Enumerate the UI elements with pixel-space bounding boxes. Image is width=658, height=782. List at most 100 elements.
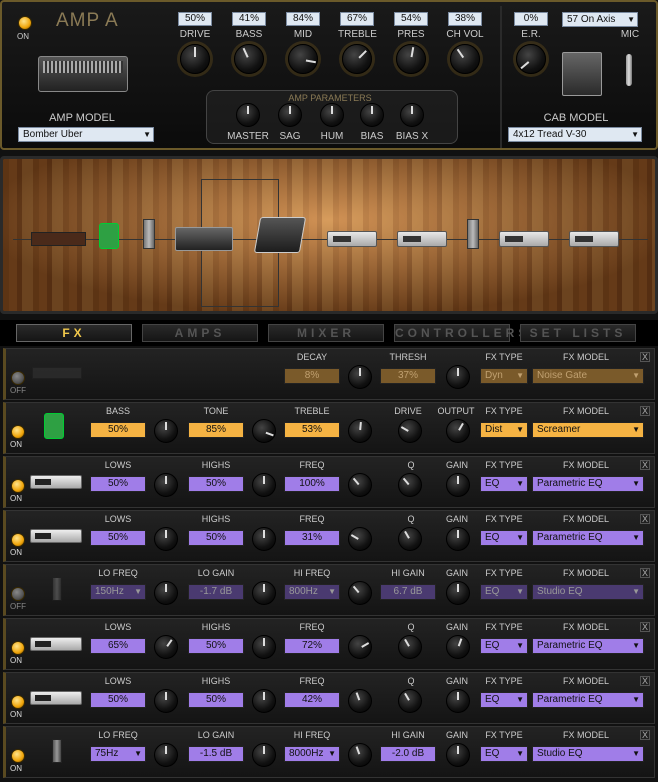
treble-knob[interactable]: [342, 44, 372, 74]
lows-knob[interactable]: [154, 527, 178, 551]
parametric-eq-chain-icon[interactable]: [569, 231, 619, 247]
gain-knob[interactable]: [446, 581, 470, 605]
tab-controllers[interactable]: CONTROLLERS: [394, 324, 526, 342]
ch-vol-knob[interactable]: [450, 44, 480, 74]
lo-freq-dropdown[interactable]: 150Hz ▼: [90, 584, 146, 600]
fx-type-dropdown[interactable]: EQ ▼: [480, 476, 528, 492]
thresh-value[interactable]: 37%: [380, 368, 436, 384]
tone-value[interactable]: 85%: [188, 422, 244, 438]
fx-power-button[interactable]: [11, 695, 25, 709]
highs-knob[interactable]: [252, 689, 276, 713]
freq-value[interactable]: 31%: [284, 530, 340, 546]
tab-mixer[interactable]: MIXER: [268, 324, 384, 342]
fx-type-dropdown[interactable]: EQ ▼: [480, 584, 528, 600]
fx-model-dropdown[interactable]: Studio EQ ▼: [532, 584, 644, 600]
fx-power-button[interactable]: [11, 425, 25, 439]
freq-knob[interactable]: [348, 473, 372, 497]
gain-knob[interactable]: [446, 743, 470, 767]
fx-model-dropdown[interactable]: Noise Gate ▼: [532, 368, 644, 384]
fx-type-dropdown[interactable]: EQ ▼: [480, 746, 528, 762]
hi-gain-value[interactable]: 6.7 dB: [380, 584, 436, 600]
studio-eq-chain-icon[interactable]: [143, 219, 155, 249]
tab-amps[interactable]: AMPS: [142, 324, 258, 342]
microphone-icon[interactable]: [626, 54, 632, 86]
treble-knob[interactable]: [348, 419, 372, 443]
highs-value[interactable]: 50%: [188, 692, 244, 708]
close-icon[interactable]: X: [640, 622, 650, 632]
highs-knob[interactable]: [252, 527, 276, 551]
lo-gain-knob[interactable]: [252, 581, 276, 605]
fx-type-dropdown[interactable]: EQ ▼: [480, 530, 528, 546]
lows-value[interactable]: 50%: [90, 476, 146, 492]
amp-power-button[interactable]: [18, 16, 32, 30]
drive-knob[interactable]: [180, 44, 210, 74]
pres-value[interactable]: 54%: [394, 12, 428, 26]
gain-knob[interactable]: [446, 527, 470, 551]
freq-value[interactable]: 72%: [284, 638, 340, 654]
amp-model-dropdown[interactable]: Bomber Uber ▼: [18, 127, 154, 142]
close-icon[interactable]: X: [640, 460, 650, 470]
bias-x-knob[interactable]: [400, 103, 424, 127]
bias-knob[interactable]: [360, 103, 384, 127]
close-icon[interactable]: X: [640, 676, 650, 686]
mid-knob[interactable]: [288, 44, 318, 74]
q-knob[interactable]: [398, 689, 422, 713]
freq-knob[interactable]: [348, 635, 372, 659]
lo-freq-dropdown[interactable]: 75Hz ▼: [90, 746, 146, 762]
gain-knob[interactable]: [446, 635, 470, 659]
q-knob[interactable]: [398, 527, 422, 551]
er-knob[interactable]: [516, 44, 546, 74]
lows-knob[interactable]: [154, 635, 178, 659]
hi-freq-knob[interactable]: [348, 581, 372, 605]
master-knob[interactable]: [236, 103, 260, 127]
gain-knob[interactable]: [446, 689, 470, 713]
hum-knob[interactable]: [320, 103, 344, 127]
freq-knob[interactable]: [348, 527, 372, 551]
fx-model-dropdown[interactable]: Parametric EQ ▼: [532, 692, 644, 708]
lo-gain-knob[interactable]: [252, 743, 276, 767]
screamer-chain-icon[interactable]: [99, 223, 119, 249]
highs-value[interactable]: 50%: [188, 530, 244, 546]
studio-eq-chain-icon[interactable]: [467, 219, 479, 249]
parametric-eq-chain-icon[interactable]: [397, 231, 447, 247]
fx-model-dropdown[interactable]: Screamer ▼: [532, 422, 644, 438]
mixer-chain-icon[interactable]: [253, 217, 307, 253]
highs-value[interactable]: 50%: [188, 476, 244, 492]
drive-value[interactable]: 50%: [178, 12, 212, 26]
lo-freq-knob[interactable]: [154, 743, 178, 767]
lows-value[interactable]: 50%: [90, 692, 146, 708]
highs-knob[interactable]: [252, 473, 276, 497]
fx-model-dropdown[interactable]: Parametric EQ ▼: [532, 638, 644, 654]
treble-value[interactable]: 67%: [340, 12, 374, 26]
fx-power-button[interactable]: [11, 479, 25, 493]
er-value[interactable]: 0%: [514, 12, 548, 26]
lows-value[interactable]: 65%: [90, 638, 146, 654]
mic-dropdown[interactable]: 57 On Axis ▼: [562, 12, 638, 27]
decay-value[interactable]: 8%: [284, 368, 340, 384]
lows-knob[interactable]: [154, 689, 178, 713]
lo-freq-knob[interactable]: [154, 581, 178, 605]
fx-model-dropdown[interactable]: Parametric EQ ▼: [532, 476, 644, 492]
freq-value[interactable]: 42%: [284, 692, 340, 708]
lows-value[interactable]: 50%: [90, 530, 146, 546]
close-icon[interactable]: X: [640, 406, 650, 416]
sag-knob[interactable]: [278, 103, 302, 127]
tab-fx[interactable]: FX: [16, 324, 132, 342]
lo-gain-value[interactable]: -1.7 dB: [188, 584, 244, 600]
amp-chain-icon[interactable]: [175, 227, 233, 251]
lows-knob[interactable]: [154, 473, 178, 497]
parametric-eq-chain-icon[interactable]: [327, 231, 377, 247]
noise-gate-chain-icon[interactable]: [31, 232, 86, 246]
highs-knob[interactable]: [252, 635, 276, 659]
ch-vol-value[interactable]: 38%: [448, 12, 482, 26]
close-icon[interactable]: X: [640, 568, 650, 578]
fx-type-dropdown[interactable]: EQ ▼: [480, 638, 528, 654]
thresh-knob[interactable]: [446, 365, 470, 389]
fx-type-dropdown[interactable]: Dyn ▼: [480, 368, 528, 384]
freq-value[interactable]: 100%: [284, 476, 340, 492]
tab-set-lists[interactable]: SET LISTS: [520, 324, 636, 342]
close-icon[interactable]: X: [640, 514, 650, 524]
bass-value[interactable]: 50%: [90, 422, 146, 438]
close-icon[interactable]: X: [640, 352, 650, 362]
fx-model-dropdown[interactable]: Studio EQ ▼: [532, 746, 644, 762]
